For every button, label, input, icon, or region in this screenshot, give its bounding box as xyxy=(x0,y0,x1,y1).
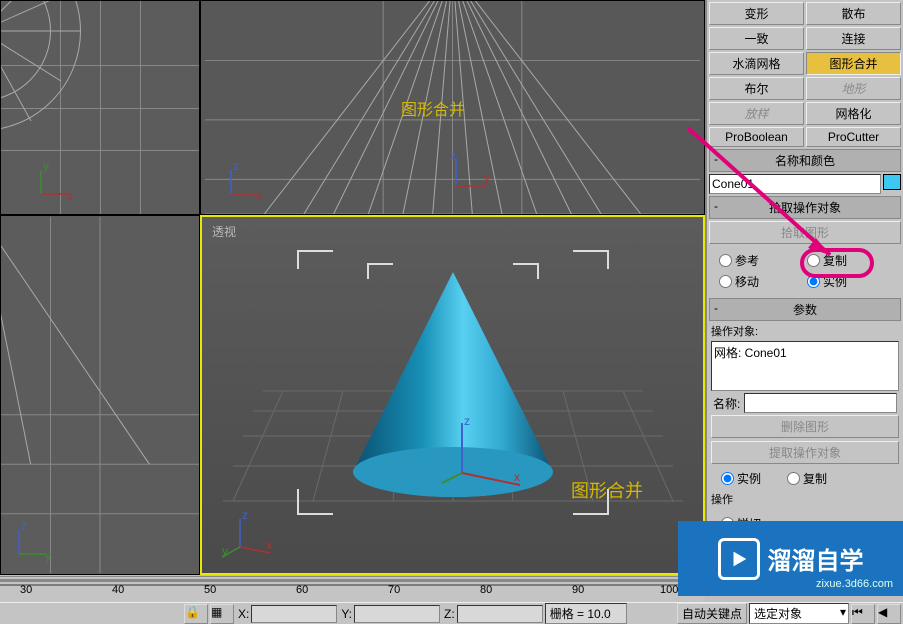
viewport-left[interactable]: z y xyxy=(0,215,200,575)
playback-prev-button[interactable]: ⏮ xyxy=(851,604,875,624)
viewport-area: y x xyxy=(0,0,705,575)
command-panel: 变形 散布 一致 连接 水滴网格 图形合并 布尔 地形 放样 网格化 ProBo… xyxy=(705,0,903,575)
extract-instance-radio[interactable] xyxy=(721,472,734,485)
timeline-ticks: 30 40 50 60 70 80 90 100 xyxy=(0,584,705,600)
z-coord-input[interactable] xyxy=(457,605,543,623)
svg-text:z: z xyxy=(242,508,248,522)
object-color-swatch[interactable] xyxy=(883,174,901,190)
object-gizmo[interactable]: z x y xyxy=(442,413,532,503)
axis-gizmo: z y xyxy=(9,520,53,564)
extract-operand-button[interactable]: 提取操作对象 xyxy=(711,441,899,464)
name-label: 名称: xyxy=(713,395,740,412)
viewport-perspective[interactable]: 透视 xyxy=(200,215,705,575)
blobmesh-button[interactable]: 水滴网格 xyxy=(709,52,804,75)
operands-label: 操作对象: xyxy=(711,323,899,339)
viewport-overlay-text: 图形合并 xyxy=(401,96,465,120)
lock-button[interactable]: 🔒 xyxy=(184,604,208,624)
delete-shape-button[interactable]: 删除图形 xyxy=(711,415,899,438)
svg-text:y: y xyxy=(484,171,490,185)
svg-text:x: x xyxy=(67,189,73,203)
conform-button[interactable]: 一致 xyxy=(709,27,804,50)
svg-text:z: z xyxy=(21,520,27,533)
autokey-button[interactable]: 自动关键点 xyxy=(677,603,747,624)
move-radio[interactable] xyxy=(719,275,732,288)
svg-text:y: y xyxy=(45,549,51,563)
viewport-label: 透视 xyxy=(212,223,236,240)
playback-back-button[interactable]: ◀ xyxy=(877,604,901,624)
svg-text:z: z xyxy=(464,414,470,428)
watermark: 溜溜自学 zixue.3d66.com xyxy=(678,521,903,596)
operation-label: 操作 xyxy=(711,491,899,507)
extract-copy-radio[interactable] xyxy=(787,472,800,485)
y-coord-input[interactable] xyxy=(354,605,440,623)
parameters-rollout[interactable]: - 参数 xyxy=(709,298,901,321)
svg-text:x: x xyxy=(257,189,263,203)
play-icon xyxy=(718,538,760,580)
terrain-button[interactable]: 地形 xyxy=(806,77,901,100)
svg-text:z: z xyxy=(233,160,239,173)
annotation-arrow xyxy=(680,120,850,270)
shapemerge-button[interactable]: 图形合并 xyxy=(806,52,901,75)
svg-text:y: y xyxy=(222,544,228,558)
selection-dropdown[interactable]: 选定对象 xyxy=(749,603,849,624)
boolean-button[interactable]: 布尔 xyxy=(709,77,804,100)
svg-text:x: x xyxy=(266,538,272,552)
collapse-icon: - xyxy=(714,301,718,315)
axis-gizmo: y x xyxy=(31,160,75,204)
operands-listbox[interactable]: 网格: Cone01 xyxy=(711,341,899,391)
list-item[interactable]: 网格: Cone01 xyxy=(714,344,896,361)
x-coord-input[interactable] xyxy=(251,605,337,623)
viewport-top[interactable]: y x xyxy=(0,0,200,215)
svg-text:z: z xyxy=(450,152,456,163)
status-bar: 🔒 ▦ X: Y: Z: 栅格 = 10.0 自动关键点 选定对象 ⏮ ◀ xyxy=(0,602,903,624)
viewport-front[interactable]: 图形合并 z x z y xyxy=(200,0,705,215)
morph-button[interactable]: 变形 xyxy=(709,2,804,25)
grid-display: 栅格 = 10.0 xyxy=(545,603,627,624)
operand-name-input[interactable] xyxy=(744,393,897,413)
viewport-overlay-text: 图形合并 xyxy=(571,477,643,503)
object-gizmo: z y xyxy=(446,152,490,196)
connect-button[interactable]: 连接 xyxy=(806,27,901,50)
svg-text:x: x xyxy=(514,470,520,484)
transform-type-button[interactable]: ▦ xyxy=(210,604,234,624)
axis-gizmo: z x y xyxy=(222,507,276,561)
svg-text:y: y xyxy=(43,160,49,173)
scatter-button[interactable]: 散布 xyxy=(806,2,901,25)
axis-gizmo: z x xyxy=(221,160,265,204)
